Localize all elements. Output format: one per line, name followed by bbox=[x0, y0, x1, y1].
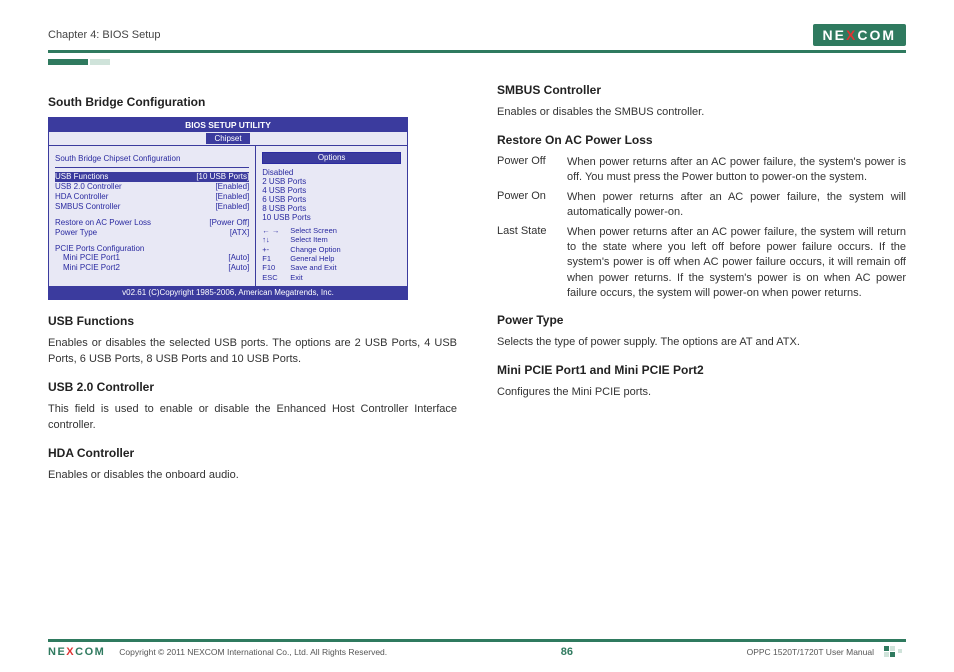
bios-left-pane: South Bridge Chipset Configuration USB F… bbox=[49, 146, 256, 286]
para-usb20: This field is used to enable or disable … bbox=[48, 402, 457, 434]
bios-option: 8 USB Ports bbox=[262, 204, 401, 213]
nexcom-logo-top: NEXCOM bbox=[813, 24, 906, 46]
bios-option: 4 USB Ports bbox=[262, 186, 401, 195]
bios-option: 10 USB Ports bbox=[262, 213, 401, 222]
bios-row-smbus[interactable]: SMBUS Controller [Enabled] bbox=[55, 202, 249, 212]
heading-hda: HDA Controller bbox=[48, 446, 457, 460]
heading-restore: Restore On AC Power Loss bbox=[497, 133, 906, 147]
right-column: SMBUS Controller Enables or disables the… bbox=[497, 83, 906, 492]
bios-help-keys: ← →Select Screen ↑↓Select Item +-Change … bbox=[262, 226, 401, 282]
bios-row-restore[interactable]: Restore on AC Power Loss [Power Off] bbox=[55, 218, 249, 228]
heading-usb-functions: USB Functions bbox=[48, 314, 457, 328]
bios-tab-chipset[interactable]: Chipset bbox=[206, 133, 249, 144]
bios-section-head: South Bridge Chipset Configuration bbox=[55, 150, 249, 168]
footer-copyright: Copyright © 2011 NEXCOM International Co… bbox=[119, 647, 387, 657]
bios-tabs: Chipset bbox=[49, 132, 407, 146]
page-number: 86 bbox=[561, 646, 573, 658]
page-footer: NEXCOM Copyright © 2011 NEXCOM Internati… bbox=[48, 639, 906, 658]
heading-usb20: USB 2.0 Controller bbox=[48, 380, 457, 394]
footer-manual: OPPC 1520T/1720T User Manual bbox=[747, 647, 874, 657]
para-powertype: Selects the type of power supply. The op… bbox=[497, 335, 906, 351]
para-usb-functions: Enables or disables the selected USB por… bbox=[48, 336, 457, 368]
bios-titlebar: BIOS SETUP UTILITY bbox=[49, 118, 407, 132]
bios-utility-box: BIOS SETUP UTILITY Chipset South Bridge … bbox=[48, 117, 408, 300]
footer-squares-icon bbox=[884, 646, 906, 658]
bios-option: 2 USB Ports bbox=[262, 177, 401, 186]
bios-pcie-head: PCIE Ports Configuration bbox=[55, 244, 249, 253]
bios-row-powertype[interactable]: Power Type [ATX] bbox=[55, 228, 249, 238]
bios-copyright: v02.61 (C)Copyright 1985-2006, American … bbox=[49, 286, 407, 299]
bios-option: 6 USB Ports bbox=[262, 195, 401, 204]
bios-row-usb20[interactable]: USB 2.0 Controller [Enabled] bbox=[55, 182, 249, 192]
bios-row-hda[interactable]: HDA Controller [Enabled] bbox=[55, 192, 249, 202]
page-header: Chapter 4: BIOS Setup NEXCOM bbox=[48, 24, 906, 53]
bios-right-pane: Options Disabled 2 USB Ports 4 USB Ports… bbox=[256, 146, 407, 286]
para-hda: Enables or disables the onboard audio. bbox=[48, 468, 457, 484]
heading-mpcie: Mini PCIE Port1 and Mini PCIE Port2 bbox=[497, 363, 906, 377]
restore-definitions: Power Off When power returns after an AC… bbox=[497, 155, 906, 302]
heading-powertype: Power Type bbox=[497, 313, 906, 327]
bios-row-mpcie2[interactable]: Mini PCIE Port2 [Auto] bbox=[55, 263, 249, 273]
left-column: South Bridge Configuration BIOS SETUP UT… bbox=[48, 83, 457, 492]
heading-south-bridge: South Bridge Configuration bbox=[48, 95, 457, 109]
restore-laststate: Last State When power returns after an A… bbox=[497, 225, 906, 302]
para-smbus: Enables or disables the SMBUS controller… bbox=[497, 105, 906, 121]
header-accent bbox=[48, 59, 906, 65]
content: South Bridge Configuration BIOS SETUP UT… bbox=[48, 83, 906, 492]
bios-option: Disabled bbox=[262, 168, 401, 177]
restore-poweroff: Power Off When power returns after an AC… bbox=[497, 155, 906, 186]
restore-poweron: Power On When power returns after an AC … bbox=[497, 190, 906, 221]
bios-row-mpcie1[interactable]: Mini PCIE Port1 [Auto] bbox=[55, 253, 249, 263]
para-mpcie: Configures the Mini PCIE ports. bbox=[497, 385, 906, 401]
heading-smbus: SMBUS Controller bbox=[497, 83, 906, 97]
chapter-label: Chapter 4: BIOS Setup bbox=[48, 29, 161, 41]
nexcom-logo-bottom: NEXCOM bbox=[48, 646, 105, 658]
bios-options-title: Options bbox=[262, 152, 401, 164]
bios-row-usb-functions[interactable]: USB Functions [10 USB Ports] bbox=[55, 172, 249, 182]
